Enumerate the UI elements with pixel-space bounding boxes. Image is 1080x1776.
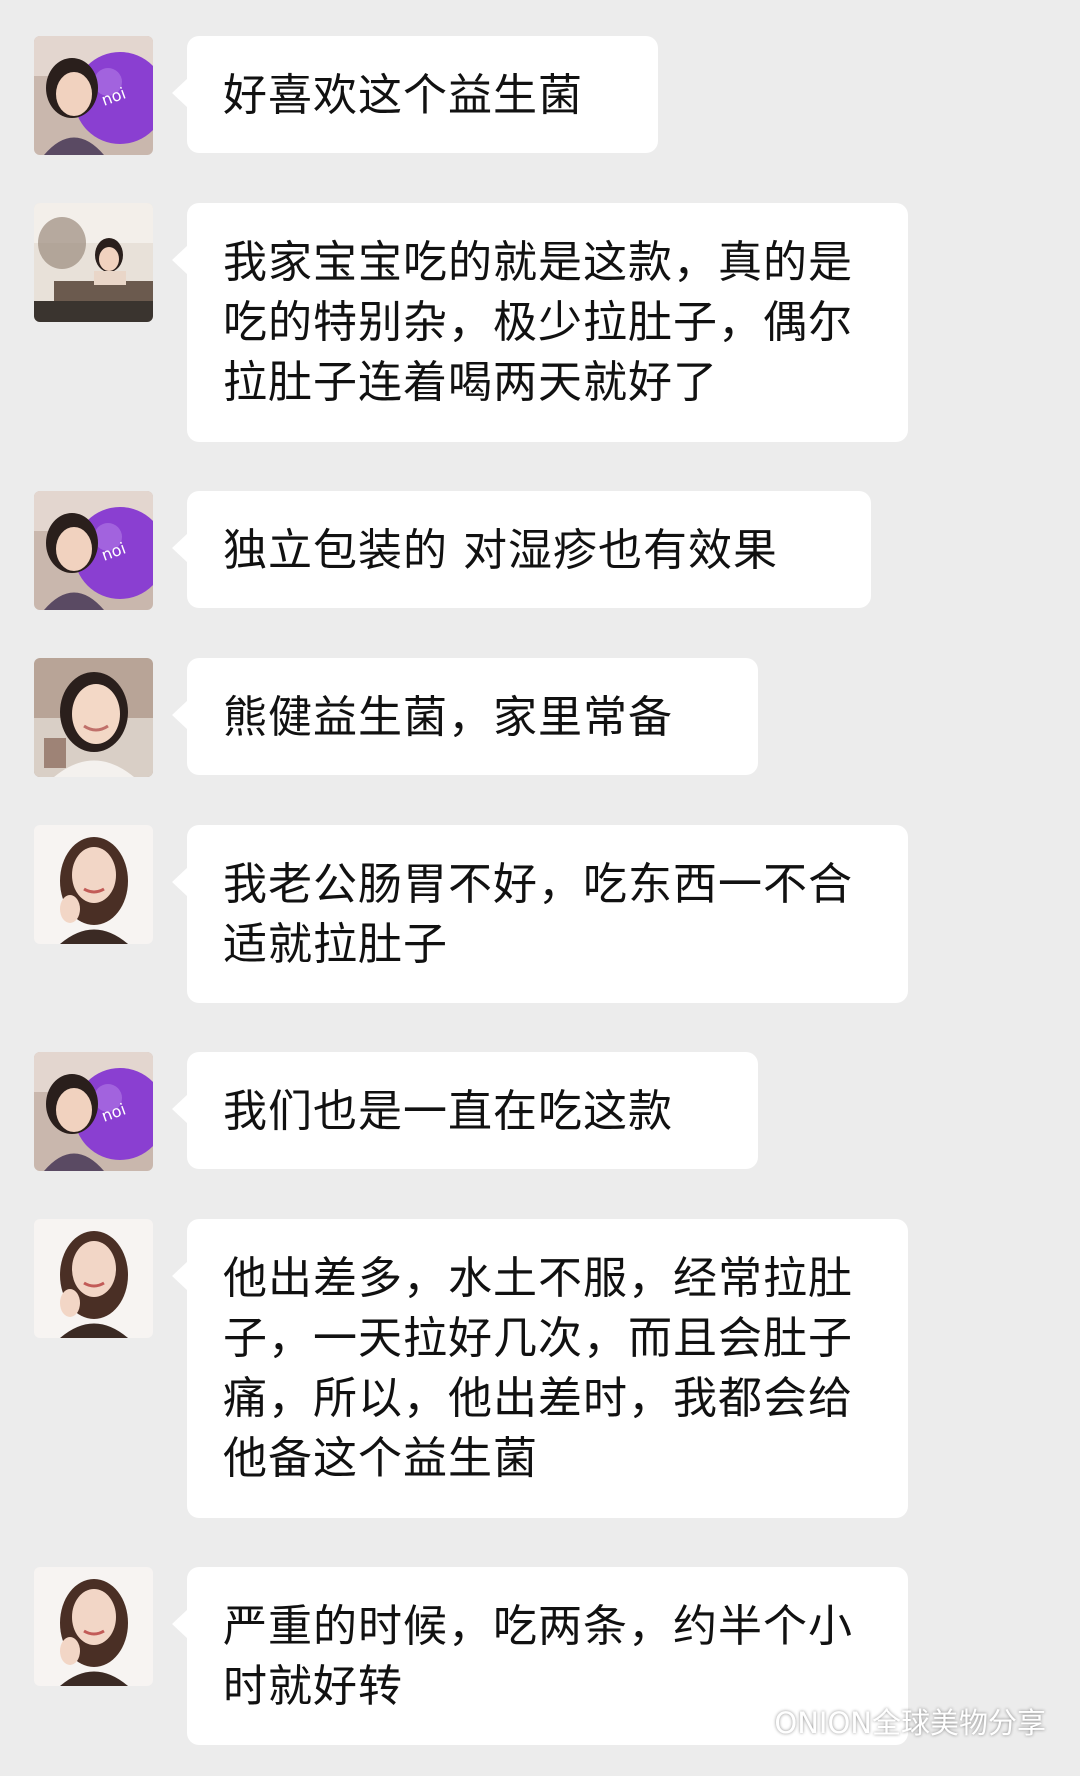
avatar[interactable]: [34, 825, 153, 944]
avatar[interactable]: noi: [34, 1052, 153, 1171]
balloon-avatar-image: noi: [34, 491, 153, 610]
avatar[interactable]: [34, 203, 153, 322]
avatar[interactable]: [34, 1567, 153, 1686]
avatar[interactable]: [34, 658, 153, 777]
message-text: 他出差多，水土不服，经常拉肚子，一天拉好几次，而且会肚子痛，所以，他出差时，我都…: [223, 1253, 853, 1484]
watermark-text: ONION全球美物分享: [774, 1706, 1046, 1740]
wechat-icon: [726, 1705, 764, 1737]
message-text: 严重的时候，吃两条，约半个小时就好转: [223, 1601, 853, 1712]
smiling-avatar-image: [34, 658, 153, 777]
avatar[interactable]: noi: [34, 491, 153, 610]
message-text: 我老公肠胃不好，吃东西一不合适就拉肚子: [223, 859, 853, 970]
message-bubble: 独立包装的 对湿疹也有效果: [172, 491, 871, 608]
desk-avatar-image: [34, 203, 153, 322]
message-bubble: 我老公肠胃不好，吃东西一不合适就拉肚子: [172, 825, 908, 1003]
portrait-avatar-image: [34, 825, 153, 944]
avatar[interactable]: noi: [34, 36, 153, 155]
watermark: ONION全球美物分享: [726, 1700, 1046, 1742]
message-text: 我们也是一直在吃这款: [223, 1086, 673, 1137]
message-text: 熊健益生菌，家里常备: [223, 692, 673, 743]
portrait-avatar-image: [34, 1567, 153, 1686]
message-text: 独立包装的 对湿疹也有效果: [223, 525, 778, 576]
message-bubble: 好喜欢这个益生菌: [172, 36, 658, 153]
message-text: 好喜欢这个益生菌: [223, 70, 583, 121]
message-bubble: 我们也是一直在吃这款: [172, 1052, 758, 1169]
message-bubble: 我家宝宝吃的就是这款，真的是吃的特别杂，极少拉肚子，偶尔拉肚子连着喝两天就好了: [172, 203, 908, 442]
portrait-avatar-image: [34, 1219, 153, 1338]
avatar[interactable]: [34, 1219, 153, 1338]
message-bubble: 熊健益生菌，家里常备: [172, 658, 758, 775]
message-text: 我家宝宝吃的就是这款，真的是吃的特别杂，极少拉肚子，偶尔拉肚子连着喝两天就好了: [223, 237, 853, 408]
message-bubble: 他出差多，水土不服，经常拉肚子，一天拉好几次，而且会肚子痛，所以，他出差时，我都…: [172, 1219, 908, 1518]
balloon-avatar-image: noi: [34, 1052, 153, 1171]
balloon-avatar-image: noi: [34, 36, 153, 155]
